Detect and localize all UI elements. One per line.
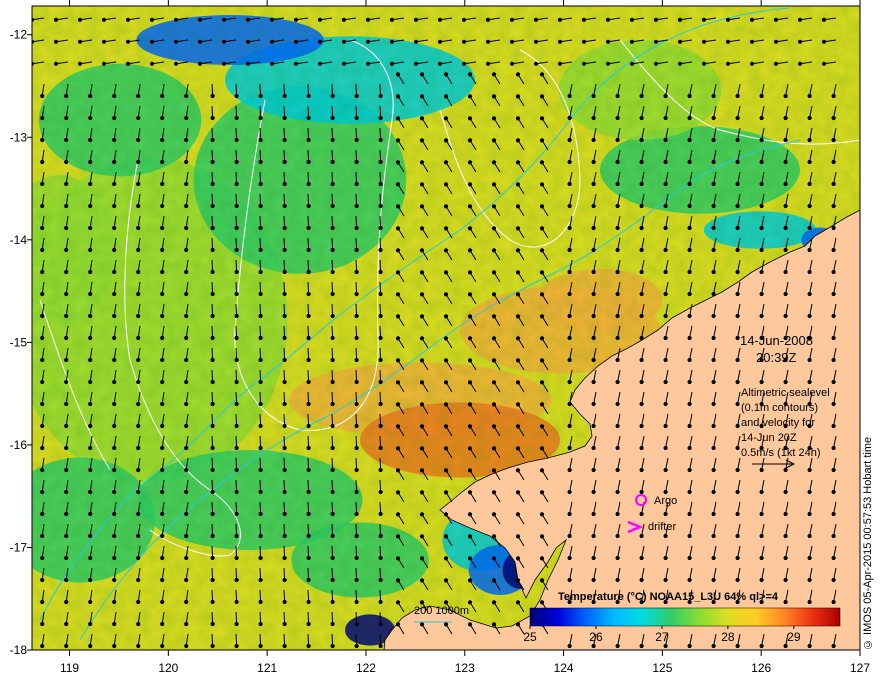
- x-tick-label: 125: [652, 661, 672, 675]
- x-tick-label: 121: [257, 661, 277, 675]
- y-tick-label: -14: [10, 233, 28, 247]
- y-tick-label: -15: [10, 335, 28, 349]
- colorbar-tick-label: 25: [523, 630, 537, 644]
- x-tick-label: 123: [455, 661, 475, 675]
- x-tick-label: 119: [60, 661, 79, 675]
- y-tick-label: -17: [10, 540, 28, 554]
- x-tick-label: 122: [356, 661, 376, 675]
- annotation-line-5: 0.5m/s (1kt 24h): [741, 447, 820, 459]
- time-label: 20:39Z: [756, 350, 797, 365]
- isobath-legend-label: 200 1000m: [414, 605, 469, 617]
- annotation-line-4: 14-Jun 20Z: [741, 432, 797, 444]
- x-tick-label: 126: [751, 661, 771, 675]
- colorbar-tick-label: 29: [787, 630, 801, 644]
- x-tick-label: 120: [158, 661, 178, 675]
- map-plot-area: [32, 6, 860, 650]
- annotation-line-3: and velocity for: [741, 417, 815, 429]
- date-label: 14-Jun-2008: [740, 333, 813, 348]
- annotation-line-1: Altimetric sealevel: [741, 387, 830, 399]
- y-tick-label: -13: [10, 130, 28, 144]
- drifter-label: drifter: [648, 521, 676, 533]
- colorbar-title: Temperature (°C) NOAA15_L3U 64% ql>=4: [558, 591, 779, 603]
- colorbar-scale: [529, 607, 841, 627]
- x-tick-label: 127: [850, 661, 870, 675]
- y-tick-label: -12: [10, 28, 28, 42]
- colorbar-tick-label: 26: [589, 630, 603, 644]
- annotation-line-2: (0.1m contours): [741, 402, 818, 414]
- x-tick-label: 124: [554, 661, 574, 675]
- y-axis: -12 -13 -14 -15 -16 -17 -18: [10, 28, 32, 657]
- sst-map: 119 120 121 122 123 124 125 126 127 -12 -13 -14 -15…: [10, 0, 870, 675]
- colorbar-tick-label: 27: [655, 630, 669, 644]
- colorbar-tick-label: 28: [721, 630, 735, 644]
- argo-label: Argo: [654, 495, 677, 507]
- credit-text: © IMOS 05-Apr-2015 00:57:53 Hobart time: [862, 436, 874, 650]
- y-tick-label: -16: [10, 438, 28, 452]
- y-tick-label: -18: [10, 643, 28, 657]
